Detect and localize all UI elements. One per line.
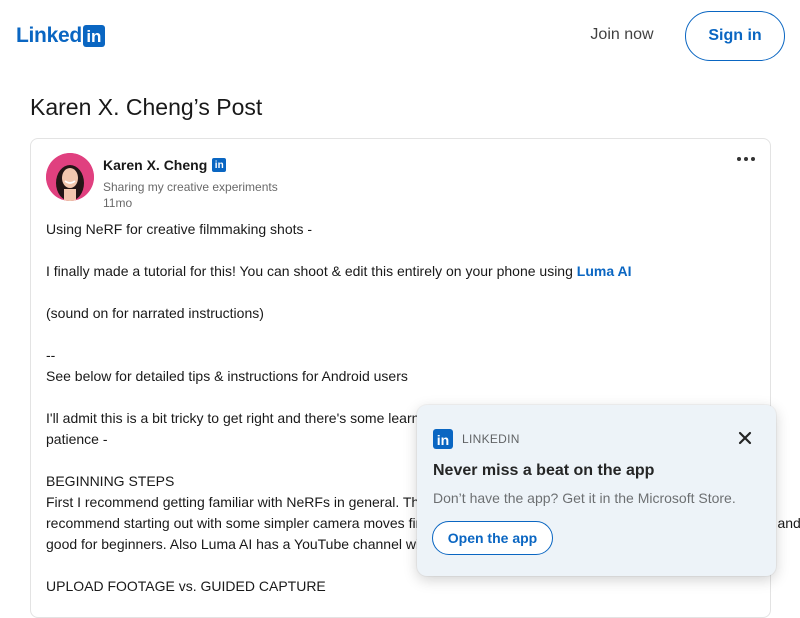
post-line: BEGINNING STEPS xyxy=(46,473,175,489)
post-line: I finally made a tutorial for this! You … xyxy=(46,261,631,282)
close-icon[interactable] xyxy=(735,428,755,448)
popup-title: Never miss a beat on the app xyxy=(433,462,655,479)
popup-subtitle: Don’t have the app? Get it in the Micros… xyxy=(433,490,736,506)
post-line: (sound on for narrated instructions) xyxy=(46,305,264,321)
top-nav: Linked in Join now Sign in xyxy=(0,0,800,72)
open-app-button[interactable]: Open the app xyxy=(432,521,553,555)
sign-in-button[interactable]: Sign in xyxy=(685,11,785,61)
author-avatar[interactable] xyxy=(46,153,94,201)
post-line: Using NeRF for creative filmmaking shots… xyxy=(46,221,313,237)
post-line: See below for detailed tips & instructio… xyxy=(46,368,408,384)
post-line: -- xyxy=(46,347,56,363)
logo-wordmark: Linked xyxy=(16,24,82,47)
author-name[interactable]: Karen X. Cheng in xyxy=(103,157,227,173)
post-line-text: I finally made a tutorial for this! You … xyxy=(46,263,577,279)
open-app-popup: in LINKEDIN Never miss a beat on the app… xyxy=(417,405,776,576)
post-line: UPLOAD FOOTAGE vs. GUIDED CAPTURE xyxy=(46,578,326,594)
page-title: Karen X. Cheng’s Post xyxy=(30,94,263,120)
logo-in-box: in xyxy=(82,25,105,47)
author-name-text: Karen X. Cheng xyxy=(103,157,208,173)
post-line: patience - xyxy=(46,431,108,447)
join-now-link[interactable]: Join now xyxy=(575,14,669,56)
author-headline: Sharing my creative experiments xyxy=(103,180,278,194)
linkedin-badge-icon: in xyxy=(212,158,227,172)
more-options-icon[interactable] xyxy=(732,149,760,169)
post-timestamp: 11mo xyxy=(103,196,133,210)
linkedin-logo-icon: in xyxy=(433,429,453,449)
luma-ai-link[interactable]: Luma AI xyxy=(577,263,632,279)
linkedin-logo[interactable]: Linked in xyxy=(16,24,105,48)
popup-brand-label: LINKEDIN xyxy=(462,432,520,446)
